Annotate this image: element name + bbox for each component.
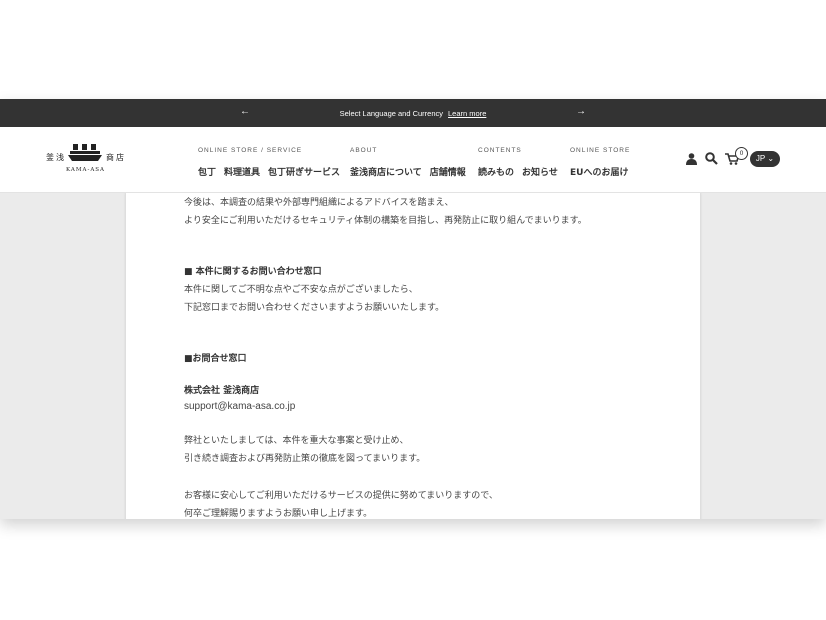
language-selector[interactable]: JP ⌄ [750, 151, 780, 167]
nav-category: ABOUT [350, 147, 378, 154]
nav-group-contents: CONTENTS 読みもの お知らせ [478, 147, 566, 179]
nav-group-about: ABOUT 釜浅商店について 店舗情報 [350, 147, 474, 179]
article-paragraph: お客様に安心してご利用いただけるサービスの提供に努めてまいりますので、 [184, 491, 498, 501]
inquiry-heading: ■ 本件に関するお問い合わせ窓口 [184, 267, 322, 277]
announcement-prev-arrow[interactable]: ← [240, 106, 250, 117]
article-paragraph: 引き続き調査および再発防止策の徹底を図ってまいります。 [184, 454, 426, 464]
nav-category: CONTENTS [478, 147, 522, 154]
nav-item-cooking-tools[interactable]: 料理道具 [224, 168, 260, 178]
search-icon[interactable] [705, 152, 718, 165]
account-icon[interactable] [686, 153, 697, 165]
chevron-down-icon: ⌄ [767, 154, 775, 163]
learn-more-link[interactable]: Learn more [448, 109, 486, 118]
nav-group-store-service: ONLINE STORE / SERVICE 包丁 料理道具 包丁研ぎサービス [198, 147, 348, 179]
article-paragraph: 何卒ご理解賜りますようお願い申し上げます。 [184, 509, 373, 519]
nav-item-sharpening-service[interactable]: 包丁研ぎサービス [268, 168, 340, 178]
logo-jp-left: 釜浅 [46, 153, 66, 162]
announcement-text: Select Language and Currency [339, 108, 444, 118]
nav-group-online-store: ONLINE STORE EUへのお届け [570, 147, 636, 179]
nav-item-about-kamaasa[interactable]: 釜浅商店について [350, 168, 422, 178]
nav-item-eu-delivery[interactable]: EUへのお届け [570, 168, 628, 178]
article-paragraph: 本件に関してご不明な点やご不安な点がございましたら、 [184, 285, 418, 295]
nav-category: ONLINE STORE / SERVICE [198, 147, 303, 154]
article-paragraph: より安全にご利用いただけるセキュリティ体制の構築を目指し、再発防止に取り組んでま… [184, 216, 587, 226]
nav-item-news[interactable]: お知らせ [522, 168, 558, 178]
site-header: 釜浅 商店 KAMA-ASA ONLINE STORE / SERVICE 包丁… [0, 127, 826, 193]
nav-item-store-info[interactable]: 店舗情報 [430, 168, 466, 178]
language-label: JP [755, 154, 766, 163]
logo-jp-right: 商店 [106, 153, 126, 162]
contact-heading: ■お問合せ窓口 [184, 354, 247, 364]
nav-item-knives[interactable]: 包丁 [198, 168, 216, 178]
announcement-bar: ← Select Language and Currency Learn mor… [0, 99, 826, 127]
nav-item-articles[interactable]: 読みもの [478, 168, 514, 178]
article-content: 今後は、本調査の結果や外部専門組織によるアドバイスを踏まえ、 より安全にご利用い… [126, 192, 700, 519]
announcement-next-arrow[interactable]: → [576, 106, 586, 117]
browser-viewport: ← Select Language and Currency Learn mor… [0, 99, 826, 519]
kettle-logo-icon [68, 144, 102, 161]
kama-asa-logo[interactable]: 釜浅 商店 KAMA-ASA [44, 143, 130, 177]
article-paragraph: 下記窓口までお問い合わせくださいますようお願いいたします。 [184, 303, 445, 313]
nav-category: ONLINE STORE [570, 147, 631, 154]
cart-count-badge: 0 [735, 147, 748, 160]
article-paragraph: 今後は、本調査の結果や外部専門組織によるアドバイスを踏まえ、 [184, 198, 454, 208]
support-email[interactable]: support@kama-asa.co.jp [184, 401, 295, 412]
logo-en: KAMA-ASA [66, 167, 106, 173]
company-name: 株式会社 釜浅商店 [184, 386, 260, 396]
article-paragraph: 弊社といたしましては、本件を重大な事案と受け止め、 [184, 436, 409, 446]
